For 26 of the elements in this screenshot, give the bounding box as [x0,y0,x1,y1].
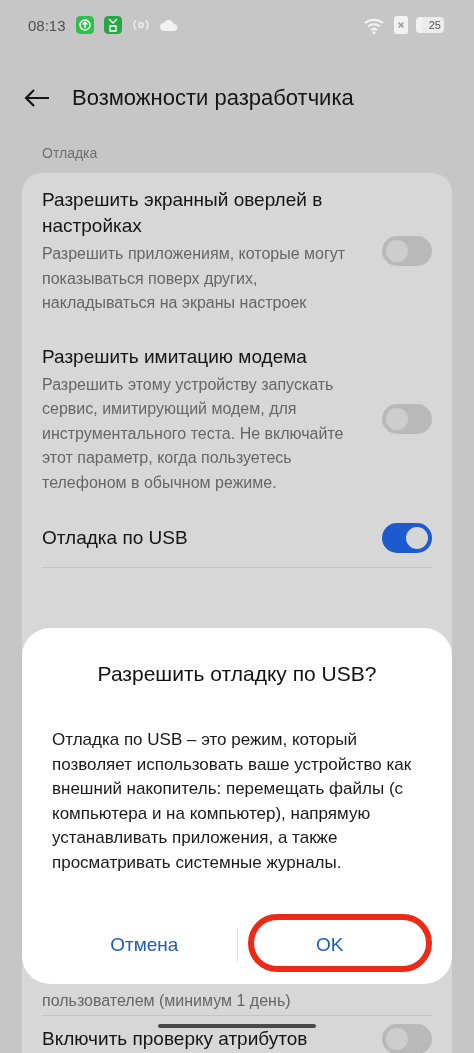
dialog-title: Разрешить отладку по USB? [96,662,378,686]
dialog-message: Отладка по USB – это режим, который позволяет использовать ваше устройство как внешний накопитель: перемещать файлы (с компьютера и на компьютер), напрямую устанавливать приложения, а также просматривать системные журналы. [52,729,413,874]
setting-title: Разрешить имитацию модема [42,344,308,369]
setting-title: Разрешить экранный оверлей в настройках [42,188,324,238]
section-label: Отладка [42,145,99,161]
battery-icon: 25 [416,17,444,33]
cancel-button[interactable]: Отмена [94,926,195,964]
sim-icon [394,16,408,34]
setting-description: Разрешить приложениям, которые могут показываться поверх других, накладываться на экраны настроек [42,244,347,313]
wifi-icon [364,16,386,34]
app-icon [103,16,122,34]
toggle-switch[interactable] [382,523,432,553]
screen-title: Возможности разработчика [72,84,354,111]
setting-title: Отладка по USB [42,526,189,550]
toggle-switch[interactable] [382,404,432,435]
toggle-switch[interactable] [382,1024,432,1053]
setting-description: пользователем (минимум 1 день) [42,990,292,1011]
setting-title: Включить проверку атрибутов [42,1027,309,1051]
upload-app-icon [75,16,94,34]
hotspot-icon [131,19,150,31]
status-time: 08:13 [28,16,66,34]
ok-button[interactable]: OK [300,926,360,964]
toggle-switch[interactable] [382,236,432,267]
cloud-icon [159,19,178,31]
setting-description: Разрешить этому устройству запускать сервис, имитирующий модем, для инструментального теста. Не включайте этот параметр, когда пользуетесь телефоном в обычном режиме. [42,374,345,493]
back-icon[interactable] [24,87,50,108]
